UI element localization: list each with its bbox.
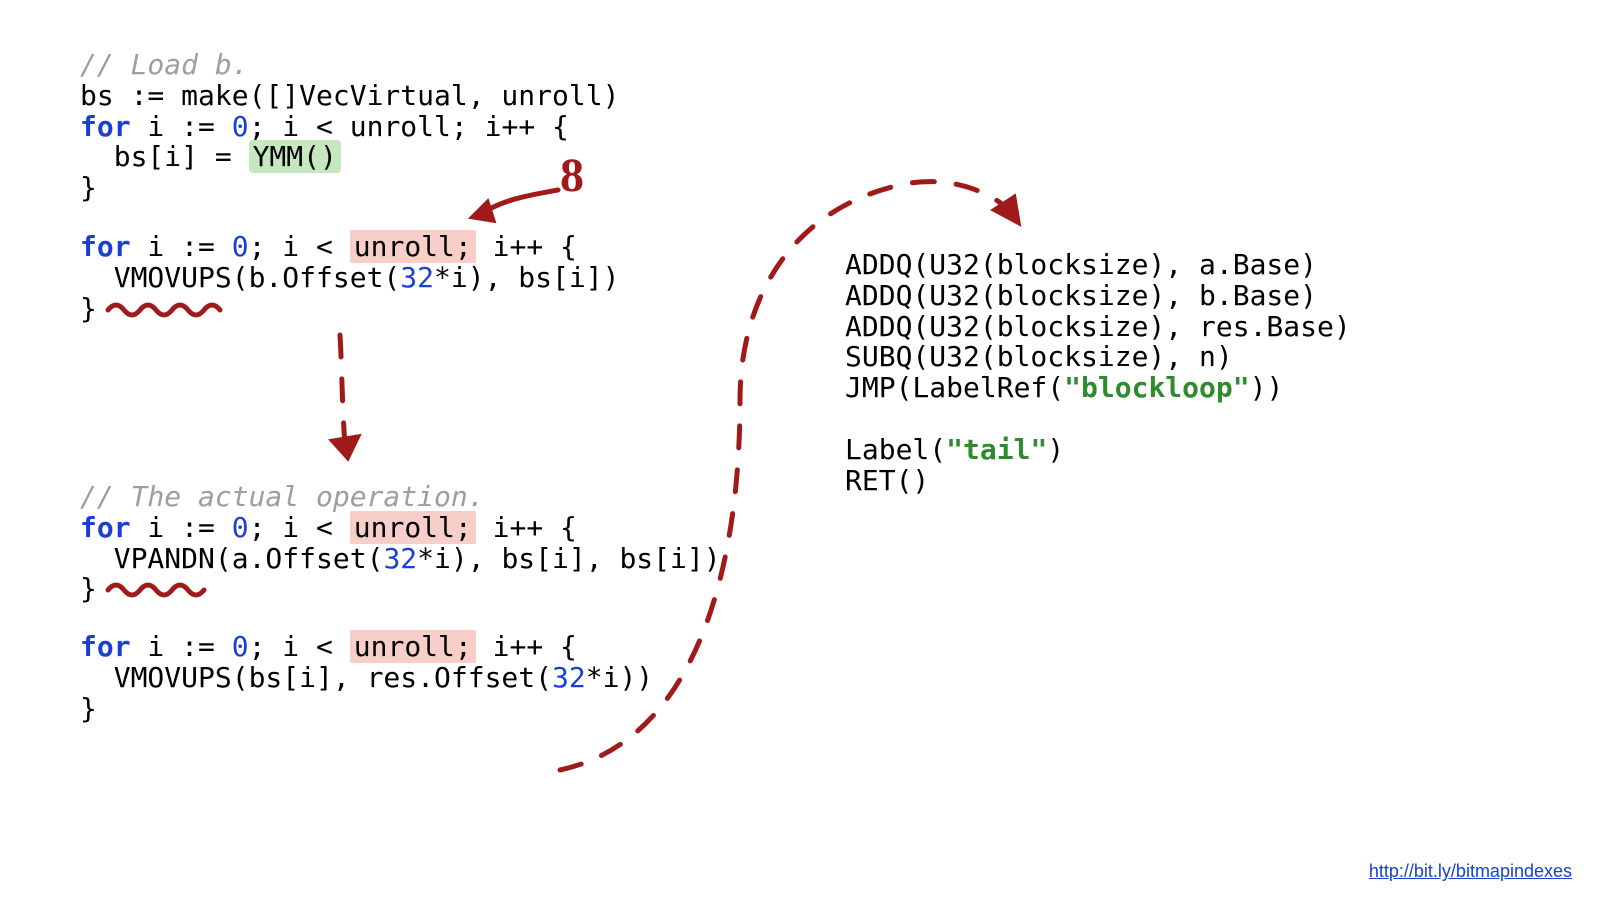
code-block-load-b: // Load b. bs := make([]VecVirtual, unro… — [80, 50, 619, 204]
code-block-vmovups-store: for i := 0; i < unroll; i++ { VMOVUPS(bs… — [80, 632, 653, 724]
arrow-icon — [340, 335, 345, 445]
arrowhead-icon — [992, 195, 1020, 225]
code-block-vpandn: // The actual operation. for i := 0; i <… — [80, 482, 721, 605]
arrowhead-icon — [330, 435, 360, 460]
code-block-loop-advance: ADDQ(U32(blocksize), a.Base) ADDQ(U32(bl… — [845, 250, 1351, 404]
code-block-tail: Label("tail") RET() — [845, 435, 1064, 497]
footer-link[interactable]: http://bit.ly/bitmapindexes — [1369, 862, 1572, 882]
code-block-vmovups-load: for i := 0; i < unroll; i++ { VMOVUPS(b.… — [80, 232, 619, 324]
annotation-eight: 8 — [560, 150, 584, 203]
slide: // Load b. bs := make([]VecVirtual, unro… — [0, 0, 1600, 900]
